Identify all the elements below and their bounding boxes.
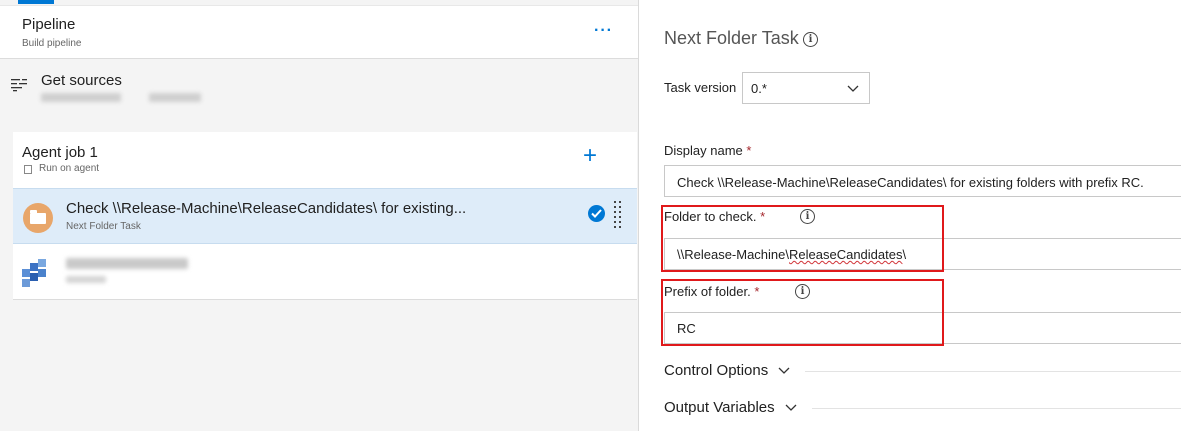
pipeline-subtitle: Build pipeline	[22, 38, 82, 49]
sources-repo-redacted	[41, 93, 121, 102]
display-name-input[interactable]: Check \\Release-Machine\ReleaseCandidate…	[664, 165, 1181, 197]
pipeline-header[interactable]: Pipeline Build pipeline ···	[0, 6, 638, 59]
enabled-check-icon	[588, 205, 605, 222]
task-version-label: Task version	[664, 80, 737, 95]
drag-handle-icon[interactable]	[614, 201, 623, 229]
task-subtitle: Next Folder Task	[66, 221, 141, 232]
more-options-button[interactable]: ···	[594, 22, 613, 40]
pipeline-tree-panel: Pipeline Build pipeline ··· Get sources …	[0, 0, 638, 431]
agent-job-subtitle: Run on agent	[39, 163, 100, 174]
output-variables-label: Output Variables	[664, 399, 775, 416]
highlight-box-prefix	[661, 279, 944, 346]
info-icon[interactable]: i	[803, 32, 818, 47]
task-properties-title: Next Folder Task	[664, 28, 799, 48]
chevron-down-icon	[778, 367, 790, 374]
get-sources-icon	[11, 79, 27, 92]
highlight-box-folder	[661, 205, 944, 272]
display-name-label-text: Display name	[664, 143, 743, 158]
display-name-label: Display name *	[664, 143, 751, 158]
agent-job-title[interactable]: Agent job 1	[22, 144, 98, 161]
control-options-section[interactable]: Control Options	[664, 362, 790, 379]
task-version-value: 0.*	[751, 81, 767, 96]
get-sources-title[interactable]: Get sources	[41, 72, 122, 89]
active-tab-indicator	[18, 0, 54, 4]
task-title: Check \\Release-Machine\ReleaseCandidate…	[66, 200, 467, 217]
task-version-select[interactable]: 0.*	[742, 72, 870, 104]
section-divider	[812, 408, 1181, 409]
task2-subtitle-redacted	[66, 276, 106, 283]
control-options-label: Control Options	[664, 362, 769, 379]
pipeline-title: Pipeline	[22, 16, 76, 33]
server-icon	[24, 165, 32, 174]
chevron-down-icon	[785, 404, 797, 411]
task-row-selected[interactable]: Check \\Release-Machine\ReleaseCandidate…	[13, 188, 637, 244]
sources-branch-redacted	[149, 93, 201, 102]
pipeline-editor: Pipeline Build pipeline ··· Get sources …	[0, 0, 1181, 431]
folder-task-icon	[23, 203, 53, 233]
powershell-task-icon	[22, 259, 52, 287]
chevron-down-icon	[847, 85, 859, 92]
required-marker: *	[746, 143, 752, 158]
add-task-button[interactable]: +	[583, 144, 597, 168]
task2-title-redacted[interactable]	[66, 258, 188, 269]
agent-job-card: Agent job 1 Run on agent + Check \\Relea…	[13, 132, 637, 300]
section-divider	[805, 371, 1181, 372]
output-variables-section[interactable]: Output Variables	[664, 399, 797, 416]
task-properties-panel: Next Folder Task i Task version 0.* Disp…	[639, 0, 1181, 431]
